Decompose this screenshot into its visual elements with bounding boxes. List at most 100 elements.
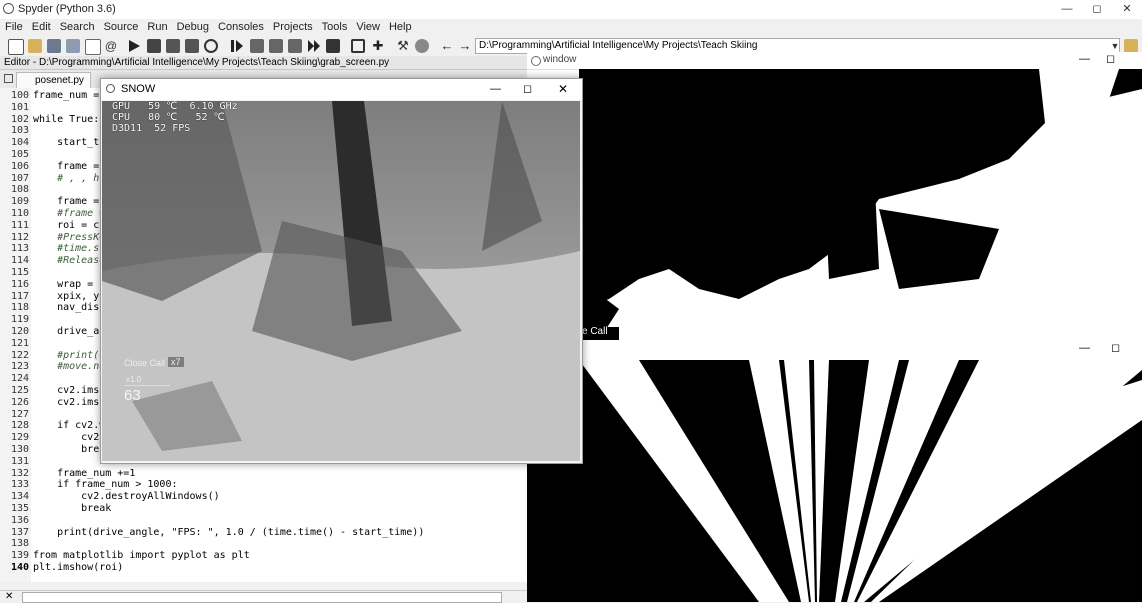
menu-source[interactable]: Source <box>99 19 143 33</box>
line-number: 100 <box>10 90 29 101</box>
tab-posenet[interactable]: posenet.py <box>16 72 91 88</box>
continue-icon[interactable] <box>307 39 321 53</box>
line-number: 140 <box>10 562 29 573</box>
menu-run[interactable]: Run <box>142 19 171 33</box>
new-file-icon[interactable] <box>8 39 24 55</box>
at-icon[interactable]: @ <box>104 39 118 53</box>
close-call-label: Close Call <box>124 358 166 368</box>
browse-tabs-icon[interactable] <box>4 74 13 83</box>
line-number: 123 <box>10 361 29 373</box>
threshold-window: window — ◻ se Call <box>527 52 1142 340</box>
close-icon[interactable]: ✕ <box>558 82 568 96</box>
maximize-pane-icon[interactable] <box>351 39 365 53</box>
line-number: 129 <box>10 432 29 444</box>
code-line: break <box>33 503 112 514</box>
snow-game-window: SNOW — ◻ ✕ GPU 59 ℃ 6.10 GHz CPU 80 ℃ 52… <box>100 78 583 464</box>
step-icon[interactable] <box>250 39 264 53</box>
line-number: 137 <box>10 526 29 538</box>
lines-image <box>579 360 1142 602</box>
print-icon[interactable] <box>85 39 101 55</box>
menu-tools[interactable]: Tools <box>317 19 352 33</box>
line-number: 128 <box>10 420 29 432</box>
hud-fps: D3D11 52 FPS <box>112 123 191 134</box>
menu-help[interactable]: Help <box>384 19 416 33</box>
close-call-text: se Call <box>579 326 608 337</box>
preferences-icon[interactable]: ⚒ <box>396 39 410 53</box>
minimize-icon[interactable]: — <box>1079 53 1090 65</box>
fullscreen-icon[interactable]: ✚ <box>371 39 385 53</box>
line-number: 110 <box>10 208 29 219</box>
tab-label: posenet.py <box>35 75 84 86</box>
line-number: 138 <box>10 538 29 550</box>
game-viewport[interactable]: GPU 59 ℃ 6.10 GHz CPU 80 ℃ 52 ℃ D3D11 52… <box>102 101 580 461</box>
line-number: 133 <box>10 479 29 491</box>
line-number: 124 <box>10 373 29 385</box>
run-cell-advance-icon[interactable] <box>185 39 199 53</box>
rerun-icon[interactable] <box>204 39 218 53</box>
run-file-icon[interactable] <box>147 39 161 53</box>
line-number: 118 <box>10 302 29 314</box>
line-number: 108 <box>10 184 29 196</box>
step-into-icon[interactable] <box>269 39 283 53</box>
python-path-icon[interactable] <box>415 39 429 53</box>
minimize-icon[interactable]: — <box>490 83 501 95</box>
line-number: 114 <box>10 255 29 267</box>
line-number: 120 <box>10 326 29 337</box>
line-number: 111 <box>10 219 29 231</box>
line-number: 116 <box>10 278 29 290</box>
app-title: Spyder (Python 3.6) <box>18 3 116 15</box>
code-line: while True: <box>33 113 100 125</box>
menu-consoles[interactable]: Consoles <box>213 19 268 33</box>
menu-edit[interactable]: Edit <box>27 19 55 33</box>
maximize-icon[interactable]: ◻ <box>1082 0 1112 19</box>
menu-view[interactable]: View <box>351 19 384 33</box>
line-number: 115 <box>10 267 29 278</box>
line-number: 112 <box>10 231 29 243</box>
line-number: 125 <box>10 385 29 396</box>
code-line: frame_num +=1 <box>33 467 136 479</box>
code-line: # , , h, <box>33 172 106 184</box>
maximize-icon[interactable]: ◻ <box>1106 52 1115 65</box>
run-icon[interactable] <box>127 39 141 53</box>
maximize-icon[interactable]: ◻ <box>1111 341 1120 354</box>
minimize-icon[interactable]: — <box>1052 0 1082 19</box>
run-cell-icon[interactable] <box>166 39 180 53</box>
menu-projects[interactable]: Projects <box>268 19 317 33</box>
lines-window-title-bar: — ◻ <box>527 340 1142 360</box>
code-line: cv2.destroyAllWindows() <box>33 491 220 503</box>
menu-search[interactable]: Search <box>55 19 99 33</box>
menu-debug[interactable]: Debug <box>172 19 213 33</box>
line-number: 139 <box>10 550 29 562</box>
maximize-icon[interactable]: ◻ <box>523 82 532 95</box>
snow-app-icon <box>106 84 115 93</box>
debug-icon[interactable] <box>230 39 244 53</box>
line-number: 135 <box>10 503 29 514</box>
forward-arrow-icon[interactable]: → <box>458 39 472 53</box>
line-number: 130 <box>10 444 29 455</box>
minimize-icon[interactable]: — <box>1079 342 1090 354</box>
spyder-title-bar: Spyder (Python 3.6) — ◻ ✕ <box>0 0 1142 19</box>
window-icon <box>531 56 541 66</box>
line-number: 104 <box>10 137 29 149</box>
line-number: 131 <box>10 455 29 467</box>
hud-cpu: CPU 80 ℃ 52 ℃ <box>112 112 225 123</box>
code-line: plt.imshow(roi) <box>33 562 124 573</box>
score-multiplier: x1.0 <box>126 375 142 384</box>
code-line: print(drive_angle, "FPS: ", 1.0 / (time.… <box>33 526 425 538</box>
save-all-icon[interactable] <box>66 39 80 53</box>
browse-folder-icon[interactable] <box>1124 39 1138 53</box>
open-file-icon[interactable] <box>28 39 42 53</box>
step-return-icon[interactable] <box>288 39 302 53</box>
chevron-down-icon[interactable]: ▼ <box>1108 39 1122 53</box>
back-arrow-icon[interactable]: ← <box>440 39 454 53</box>
editor-header: Editor - D:\Programming\Artificial Intel… <box>0 56 527 70</box>
close-icon[interactable]: ✕ <box>1112 0 1142 19</box>
score-divider <box>124 385 170 386</box>
stop-icon[interactable] <box>326 39 340 53</box>
menu-file[interactable]: File <box>0 19 27 33</box>
close-icon[interactable]: ✕ <box>5 591 13 602</box>
save-icon[interactable] <box>47 39 61 53</box>
console-select[interactable] <box>22 592 502 603</box>
code-line: if frame_num > 1000: <box>33 479 178 491</box>
line-number: 132 <box>10 467 29 479</box>
